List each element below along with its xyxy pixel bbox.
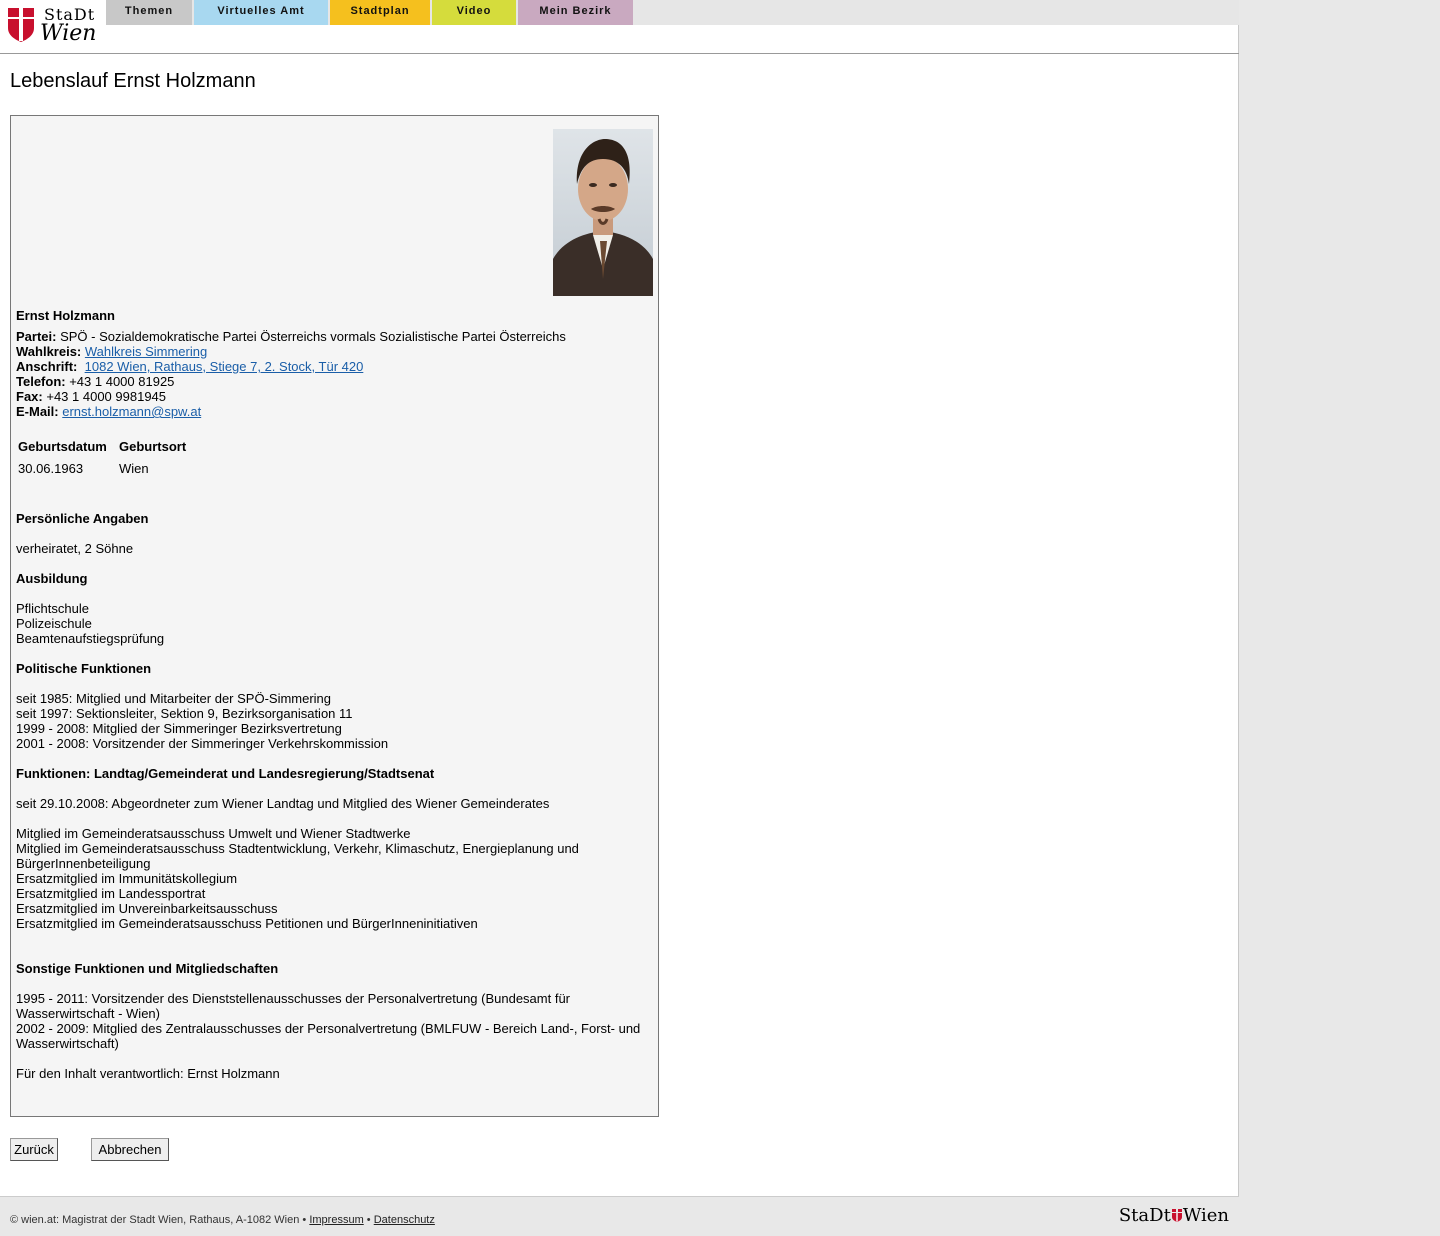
list-item: Ersatzmitglied im Unvereinbarkeitsaussch… (16, 901, 278, 916)
nav-tab-mein-bezirk[interactable]: Mein Bezirk (518, 0, 633, 25)
partei-row: Partei: SPÖ - Sozialdemokratische Partei… (16, 329, 566, 344)
birth-date: 30.06.1963 (18, 461, 84, 476)
anschrift-label: Anschrift: (16, 359, 78, 374)
wien-shield-icon (8, 8, 34, 42)
list-item: Ersatzmitglied im Gemeinderatsausschuss … (16, 916, 478, 931)
footer-text: © wien.at: Magistrat der Stadt Wien, Rat… (10, 1214, 435, 1226)
telefon-label: Telefon: (16, 374, 66, 389)
content-responsible: Für den Inhalt verantwortlich: Ernst Hol… (16, 1066, 280, 1081)
birth-place: Wien (119, 461, 149, 476)
anschrift-row: Anschrift: 1082 Wien, Rathaus, Stiege 7,… (16, 359, 363, 374)
birth-header-place: Geburtsort (119, 439, 187, 454)
section-heading-political: Politische Funktionen (16, 661, 152, 676)
email-row: E-Mail: ernst.holzmann@spw.at (16, 404, 201, 419)
fax-value: +43 1 4000 9981945 (46, 389, 167, 404)
nav-tab-virtuelles-amt[interactable]: Virtuelles Amt (194, 0, 328, 25)
wien-shield-icon (1171, 1209, 1182, 1222)
section-heading-education: Ausbildung (16, 571, 88, 586)
list-item: 2002 - 2009: Mitglied des Zentralausschu… (16, 1021, 641, 1051)
footer: © wien.at: Magistrat der Stadt Wien, Rat… (0, 1196, 1239, 1236)
main-navigation: Themen Virtuelles Amt Stadtplan Video Me… (106, 0, 1239, 25)
nav-tab-stadtplan[interactable]: Stadtplan (330, 0, 430, 25)
anschrift-link[interactable]: 1082 Wien, Rathaus, Stiege 7, 2. Stock, … (85, 359, 364, 374)
page-title: Lebenslauf Ernst Holzmann (10, 70, 256, 92)
email-link[interactable]: ernst.holzmann@spw.at (62, 404, 201, 419)
page: StaDt Wien Themen Virtuelles Amt Stadtpl… (0, 0, 1239, 1236)
list-item: Pflichtschule (16, 601, 89, 616)
portrait-photo (553, 129, 653, 296)
list-item: 1995 - 2011: Vorsitzender des Dienststel… (16, 991, 571, 1021)
back-button[interactable]: Zurück (10, 1138, 58, 1161)
footer-logo-wien: Wien (1182, 1205, 1229, 1226)
wahlkreis-row: Wahlkreis: Wahlkreis Simmering (16, 344, 207, 359)
logo-text-wien: Wien (40, 21, 97, 46)
section-heading-personal: Persönliche Angaben (16, 511, 149, 526)
list-item: seit 1985: Mitglied und Mitarbeiter der … (16, 691, 332, 706)
list-item: seit 1997: Sektionsleiter, Sektion 9, Be… (16, 706, 353, 721)
list-item: Mitglied im Gemeinderatsausschuss Stadte… (16, 841, 579, 871)
telefon-row: Telefon: +43 1 4000 81925 (16, 374, 174, 389)
list-item: Beamtenaufstiegsprüfung (16, 631, 165, 646)
wahlkreis-label: Wahlkreis: (16, 344, 82, 359)
nav-tab-themen[interactable]: Themen (106, 0, 192, 25)
nav-tab-video[interactable]: Video (432, 0, 516, 25)
partei-value: SPÖ - Sozialdemokratische Partei Österre… (60, 329, 566, 344)
email-label: E-Mail: (16, 404, 59, 419)
list-item: Ersatzmitglied im Immunitätskollegium (16, 871, 238, 886)
footer-logo[interactable]: StaDt Wien (1119, 1205, 1229, 1226)
birth-header-date: Geburtsdatum (18, 439, 107, 454)
footer-copyright: © wien.at: Magistrat der Stadt Wien, Rat… (10, 1214, 307, 1226)
wahlkreis-link[interactable]: Wahlkreis Simmering (85, 344, 207, 359)
fax-label: Fax: (16, 389, 43, 404)
list-item: verheiratet, 2 Söhne (16, 541, 134, 556)
section-heading-other: Sonstige Funktionen und Mitgliedschaften (16, 961, 279, 976)
impressum-link[interactable]: Impressum (309, 1214, 363, 1226)
stadt-wien-logo[interactable]: StaDt Wien (6, 4, 102, 46)
header: StaDt Wien Themen Virtuelles Amt Stadtpl… (0, 0, 1239, 54)
footer-separator: • (366, 1214, 371, 1226)
list-item: Ersatzmitglied im Landessportrat (16, 886, 206, 901)
footer-logo-stadt: StaDt (1118, 1205, 1171, 1226)
cv-panel: Ernst Holzmann Partei: SPÖ - Sozialdemok… (10, 115, 659, 1117)
list-item: 1999 - 2008: Mitglied der Simmeringer Be… (16, 721, 342, 736)
list-item: Polizeischule (16, 616, 92, 631)
telefon-value: +43 1 4000 81925 (69, 374, 175, 389)
partei-label: Partei: (16, 329, 57, 344)
section-heading-landtag: Funktionen: Landtag/Gemeinderat und Land… (16, 766, 435, 781)
landtag-intro: seit 29.10.2008: Abgeordneter zum Wiener… (16, 796, 550, 811)
list-item: 2001 - 2008: Vorsitzender der Simmeringe… (16, 736, 389, 751)
fax-row: Fax: +43 1 4000 9981945 (16, 389, 166, 404)
list-item: Mitglied im Gemeinderatsausschuss Umwelt… (16, 826, 411, 841)
person-name: Ernst Holzmann (16, 308, 115, 323)
datenschutz-link[interactable]: Datenschutz (374, 1214, 435, 1226)
cancel-button[interactable]: Abbrechen (91, 1138, 169, 1161)
